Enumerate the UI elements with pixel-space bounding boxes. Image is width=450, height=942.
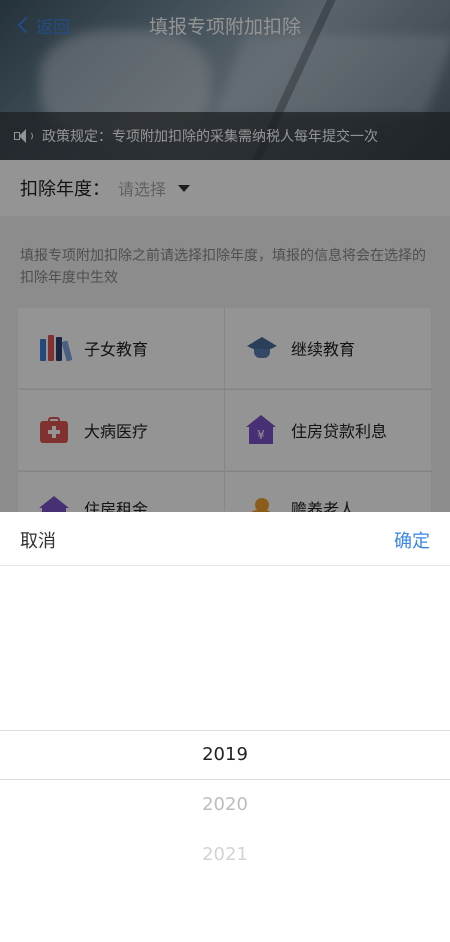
confirm-button[interactable]: 确定	[394, 527, 430, 553]
year-picker-wheel[interactable]: 2019 2020 2021	[0, 567, 450, 942]
picker-option[interactable]: 2021	[0, 844, 450, 865]
cancel-button[interactable]: 取消	[20, 527, 56, 553]
picker-option-selected[interactable]: 2019	[0, 744, 450, 765]
picker-toolbar: 取消 确定	[0, 512, 450, 566]
picker-option[interactable]: 2020	[0, 794, 450, 815]
year-picker-sheet: 取消 确定 2019 2020 2021	[0, 512, 450, 942]
